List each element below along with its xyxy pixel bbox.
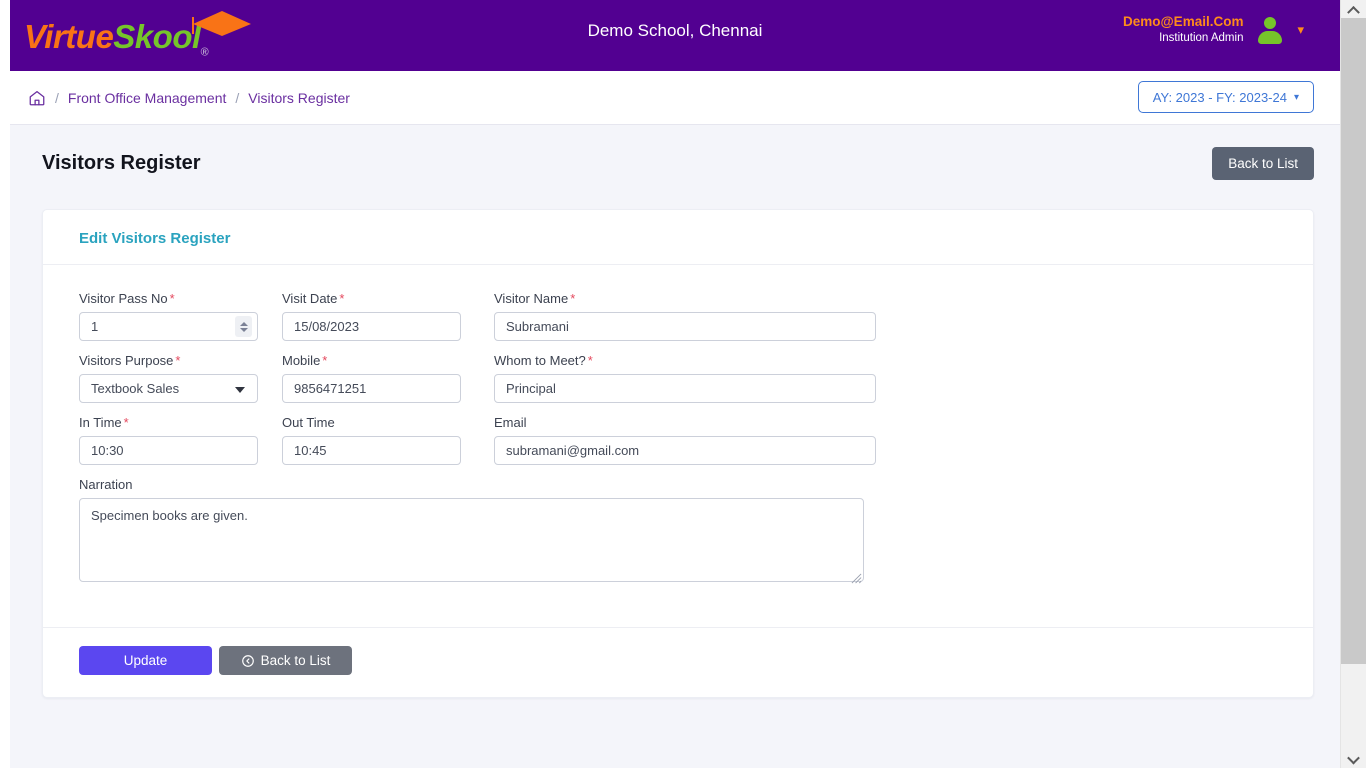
in-time-input[interactable] [79, 436, 258, 465]
label-text: Visit Date [282, 291, 338, 306]
label-visitor-pass-no: Visitor Pass No * [79, 291, 282, 306]
form-row-2: Visitors Purpose* Mobile* Whom to Meet?* [79, 353, 1277, 403]
stepper-up-icon[interactable] [239, 321, 248, 326]
page-title: Visitors Register [42, 152, 201, 174]
field-whom-to-meet: Whom to Meet? * [494, 353, 884, 403]
edit-visitors-register-card: Edit Visitors Register Visitor Pass No* [42, 209, 1314, 698]
card-title: Edit Visitors Register [79, 230, 231, 247]
visitors-purpose-wrapper [79, 374, 258, 403]
required-marker: * [175, 353, 181, 368]
user-info: Demo@Email.Com Institution Admin [1123, 14, 1243, 45]
field-out-time: Out Time [282, 415, 494, 465]
avatar-head [1264, 16, 1277, 29]
breadcrumb-item-front-office-management[interactable]: Front Office Management [68, 90, 226, 106]
label-visitors-purpose: Visitors Purpose * [79, 353, 282, 368]
mobile-input[interactable] [282, 374, 461, 403]
label-in-time: In Time * [79, 415, 282, 430]
field-visitor-pass-no: Visitor Pass No * [79, 291, 282, 341]
visit-date-input[interactable] [282, 312, 461, 341]
out-time-input[interactable] [282, 436, 461, 465]
label-out-time: Out Time [282, 415, 335, 430]
email-input[interactable] [494, 436, 876, 465]
scrollbar-thumb[interactable] [1341, 18, 1366, 664]
field-narration: Narration Specimen books are given. [79, 477, 884, 587]
card-footer: Update Back to List [43, 627, 1313, 697]
number-stepper[interactable] [235, 316, 252, 337]
visitor-pass-no-input[interactable] [79, 312, 258, 341]
chevron-up-icon [1347, 5, 1360, 19]
update-button[interactable]: Update [79, 646, 212, 675]
required-marker: * [123, 415, 129, 430]
arrow-circle-left-icon [241, 654, 254, 667]
top-header-bar: VirtueSkool® Demo School, Chennai Demo@E… [10, 0, 1340, 71]
scroll-up-button[interactable] [1341, 0, 1366, 19]
user-avatar-icon[interactable] [1257, 16, 1283, 44]
label-text: Whom to Meet? [494, 353, 586, 368]
back-to-list-button[interactable]: Back to List [219, 646, 352, 675]
brand-registered-mark: ® [200, 46, 209, 59]
label-whom-to-meet: Whom to Meet? * [494, 353, 884, 368]
label-text: In Time [79, 415, 122, 430]
visitors-purpose-select[interactable] [79, 374, 258, 403]
field-mobile: Mobile * [282, 353, 494, 403]
user-email: Demo@Email.Com [1123, 14, 1244, 29]
narration-wrapper: Specimen books are given. [79, 498, 864, 587]
back-to-list-top-button[interactable]: Back to List [1212, 147, 1314, 180]
app-viewport: VirtueSkool® Demo School, Chennai Demo@E… [0, 0, 1366, 768]
chevron-down-icon[interactable]: ▾ [1297, 23, 1304, 36]
chevron-down-icon [1347, 751, 1360, 764]
breadcrumb: / Front Office Management / Visitors Reg… [28, 89, 350, 107]
user-role: Institution Admin [1159, 31, 1244, 44]
label-email: Email [494, 415, 527, 430]
scroll-down-button[interactable] [1341, 750, 1366, 768]
breadcrumb-bar: / Front Office Management / Visitors Reg… [10, 71, 1340, 125]
field-in-time: In Time * [79, 415, 282, 465]
label-mobile: Mobile * [282, 353, 494, 368]
field-visitors-purpose: Visitors Purpose * [79, 353, 282, 403]
form-row-4: Narration Specimen books are given. [79, 477, 1277, 587]
visitor-pass-no-wrapper [79, 312, 258, 341]
avatar-body [1258, 30, 1283, 44]
card-header: Edit Visitors Register [43, 210, 1313, 265]
required-marker: * [587, 353, 593, 368]
breadcrumb-separator-1: / [55, 89, 59, 106]
label-text: Visitors Purpose [79, 353, 174, 368]
form-row-1: Visitor Pass No* Visit Date* [79, 291, 1277, 341]
label-text: Mobile [282, 353, 321, 368]
stepper-down-icon[interactable] [239, 327, 248, 332]
field-visitor-name: Visitor Name * [494, 291, 884, 341]
chevron-down-icon: ▾ [1293, 91, 1299, 103]
required-marker: * [570, 291, 576, 306]
vertical-scrollbar[interactable] [1340, 0, 1366, 768]
required-marker: * [322, 353, 328, 368]
breadcrumb-separator-2: / [235, 89, 240, 106]
page-container: VirtueSkool® Demo School, Chennai Demo@E… [10, 0, 1340, 768]
field-visit-date: Visit Date * [282, 291, 494, 341]
page-heading-row: Visitors Register Back to List [10, 147, 1340, 209]
label-visitor-name: Visitor Name * [494, 291, 884, 306]
label-text: Visitor Name [494, 291, 569, 306]
user-menu[interactable]: Demo@Email.Com Institution Admin ▾ [1123, 14, 1304, 45]
label-text: Visitor Pass No [79, 291, 168, 306]
breadcrumb-item-visitors-register[interactable]: Visitors Register [248, 90, 350, 106]
card-body: Visitor Pass No* Visit Date* [43, 265, 1313, 609]
required-marker: * [339, 291, 345, 306]
academic-year-selector[interactable]: AY: 2023 - FY: 2023-24 ▾ [1137, 81, 1314, 113]
form-row-3: In Time* Out Time Email [79, 415, 1277, 465]
home-icon[interactable] [28, 89, 46, 107]
field-email: Email [494, 415, 884, 465]
label-visit-date: Visit Date * [282, 291, 494, 306]
visitor-name-input[interactable] [494, 312, 876, 341]
narration-textarea[interactable]: Specimen books are given. [79, 498, 864, 582]
back-to-list-button-label: Back to List [260, 653, 331, 668]
academic-year-label: AY: 2023 - FY: 2023-24 [1152, 89, 1287, 105]
label-narration: Narration [79, 477, 133, 492]
whom-to-meet-input[interactable] [494, 374, 876, 403]
required-marker: * [169, 291, 175, 306]
